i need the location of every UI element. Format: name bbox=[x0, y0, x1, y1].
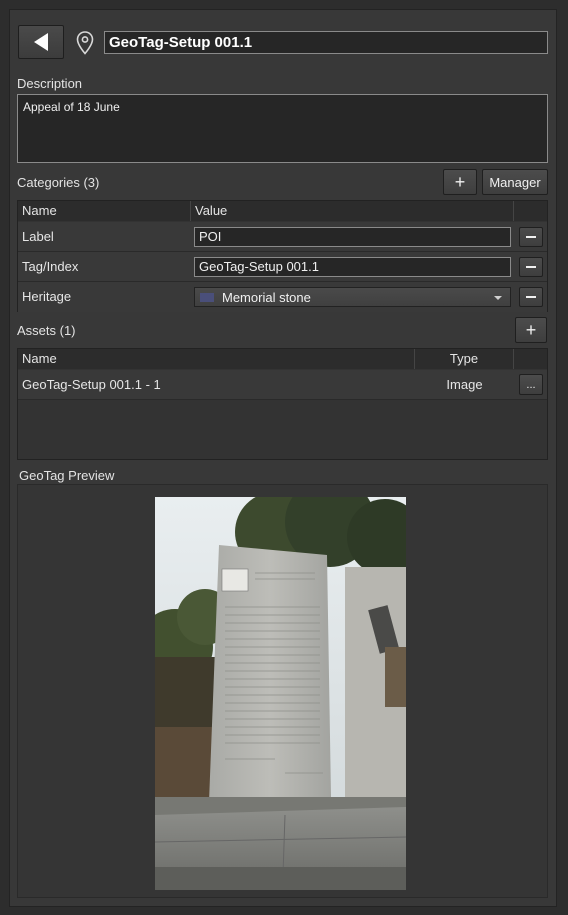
category-row-label: Label POI bbox=[18, 222, 547, 252]
remove-category-button[interactable] bbox=[519, 287, 543, 307]
category-name: Label bbox=[22, 229, 54, 244]
preview-label: GeoTag Preview bbox=[19, 468, 115, 483]
categories-label: Categories (3) bbox=[17, 175, 100, 190]
heritage-select-value: Memorial stone bbox=[222, 289, 311, 305]
add-asset-button[interactable]: + bbox=[515, 317, 547, 343]
location-pin-icon bbox=[76, 31, 94, 55]
column-header-actions bbox=[514, 201, 547, 221]
column-header-actions bbox=[514, 349, 547, 369]
chevron-down-icon bbox=[494, 296, 502, 300]
assets-empty-area bbox=[18, 400, 547, 459]
category-value-input[interactable]: POI bbox=[194, 227, 511, 247]
minus-icon bbox=[526, 236, 536, 238]
back-arrow-icon bbox=[34, 33, 48, 51]
description-label: Description bbox=[17, 76, 83, 91]
column-header-value[interactable]: Value bbox=[191, 201, 514, 221]
manager-button[interactable]: Manager bbox=[482, 169, 548, 195]
column-header-name[interactable]: Name bbox=[18, 349, 415, 369]
asset-row[interactable]: GeoTag-Setup 001.1 - 1 Image ... bbox=[18, 370, 547, 400]
heritage-select[interactable]: Memorial stone bbox=[194, 287, 511, 307]
categories-table: Name Value Label POI Tag/Index GeoTag-Se… bbox=[17, 200, 548, 312]
remove-category-button[interactable] bbox=[519, 227, 543, 247]
back-button[interactable] bbox=[18, 25, 64, 59]
color-swatch bbox=[200, 292, 214, 302]
asset-type: Image bbox=[446, 377, 483, 392]
category-row-tag-index: Tag/Index GeoTag-Setup 001.1 bbox=[18, 252, 547, 282]
category-name: Tag/Index bbox=[22, 259, 79, 274]
minus-icon bbox=[526, 266, 536, 268]
remove-category-button[interactable] bbox=[519, 257, 543, 277]
add-category-button[interactable]: + bbox=[443, 169, 477, 195]
assets-table: Name Type GeoTag-Setup 001.1 - 1 Image .… bbox=[17, 348, 548, 460]
geotag-preview-image bbox=[155, 497, 406, 890]
description-textarea[interactable]: Appeal of 18 June bbox=[17, 94, 548, 163]
title-input[interactable]: GeoTag-Setup 001.1 bbox=[104, 31, 548, 54]
category-value-input[interactable]: GeoTag-Setup 001.1 bbox=[194, 257, 511, 277]
category-name: Heritage bbox=[22, 289, 72, 304]
assets-label: Assets (1) bbox=[17, 323, 76, 338]
column-header-name[interactable]: Name bbox=[18, 201, 191, 221]
asset-options-button[interactable]: ... bbox=[519, 374, 543, 395]
category-row-heritage: Heritage Memorial stone bbox=[18, 282, 547, 312]
preview-panel bbox=[17, 484, 548, 898]
column-header-type[interactable]: Type bbox=[415, 349, 514, 369]
asset-name: GeoTag-Setup 001.1 - 1 bbox=[22, 377, 161, 392]
minus-icon bbox=[526, 296, 536, 298]
